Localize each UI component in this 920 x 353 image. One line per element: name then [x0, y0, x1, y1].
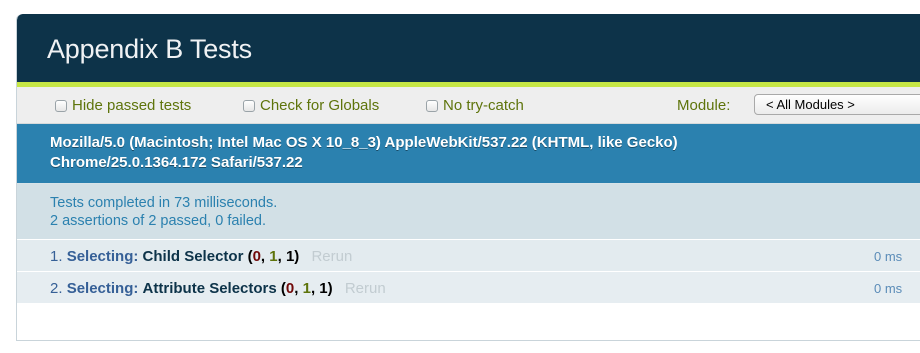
module-select[interactable]: < All Modules > ⇕ [754, 94, 920, 115]
header-bar: Appendix B Tests [17, 14, 920, 82]
no-try-catch-toggle[interactable]: No try-catch [426, 97, 524, 114]
toolbar: Hide passed tests Check for Globals No t… [17, 87, 920, 124]
check-globals-label[interactable]: Check for Globals [260, 97, 379, 114]
hide-passed-toggle[interactable]: Hide passed tests [55, 97, 191, 114]
hide-passed-checkbox[interactable] [55, 99, 67, 112]
test-module-name[interactable]: Selecting: [67, 248, 139, 265]
passed-count: 1 [269, 248, 278, 265]
test-number: 2. [50, 280, 63, 297]
total-count: 1 [319, 280, 328, 297]
module-label: Module: [677, 97, 731, 114]
test-number: 1. [50, 248, 63, 265]
check-globals-checkbox[interactable] [243, 99, 255, 112]
page-title[interactable]: Appendix B Tests [47, 34, 252, 65]
test-name[interactable]: Child Selector [143, 248, 244, 265]
test-row[interactable]: 1. Selecting: Child Selector (0, 1, 1) R… [17, 240, 920, 272]
hide-passed-label[interactable]: Hide passed tests [72, 97, 191, 114]
test-counts: (0, 1, 1) [280, 280, 333, 297]
module-select-value: < All Modules > [766, 97, 855, 112]
test-row[interactable]: 2. Selecting: Attribute Selectors (0, 1,… [17, 272, 920, 304]
check-globals-toggle[interactable]: Check for Globals [243, 97, 379, 114]
rerun-link[interactable]: Rerun [311, 248, 352, 265]
failed-count: 0 [252, 248, 261, 265]
user-agent-line-1: Mozilla/5.0 (Macintosh; Intel Mac OS X 1… [50, 134, 678, 151]
test-duration: 0 ms [874, 249, 903, 264]
test-name[interactable]: Attribute Selectors [143, 280, 277, 297]
rerun-link[interactable]: Rerun [345, 280, 386, 297]
test-summary: Tests completed in 73 milliseconds. 2 as… [17, 184, 920, 240]
test-module-name[interactable]: Selecting: [67, 280, 139, 297]
test-line: 1. Selecting: Child Selector (0, 1, 1) R… [50, 248, 352, 265]
test-duration: 0 ms [874, 281, 903, 296]
summary-duration: Tests completed in 73 milliseconds. [50, 195, 278, 211]
test-counts: (0, 1, 1) [247, 248, 300, 265]
passed-count: 1 [302, 280, 311, 297]
summary-assertions: 2 assertions of 2 passed, 0 failed. [50, 213, 267, 229]
qunit-container: Appendix B Tests Hide passed tests Check… [16, 14, 920, 341]
test-line: 2. Selecting: Attribute Selectors (0, 1,… [50, 280, 386, 297]
no-try-catch-checkbox[interactable] [426, 99, 438, 112]
user-agent-banner: Mozilla/5.0 (Macintosh; Intel Mac OS X 1… [17, 124, 920, 184]
failed-count: 0 [285, 280, 295, 297]
total-count: 1 [285, 248, 295, 265]
user-agent-line-2: Chrome/25.0.1364.172 Safari/537.22 [50, 154, 303, 171]
no-try-catch-label[interactable]: No try-catch [443, 97, 524, 114]
